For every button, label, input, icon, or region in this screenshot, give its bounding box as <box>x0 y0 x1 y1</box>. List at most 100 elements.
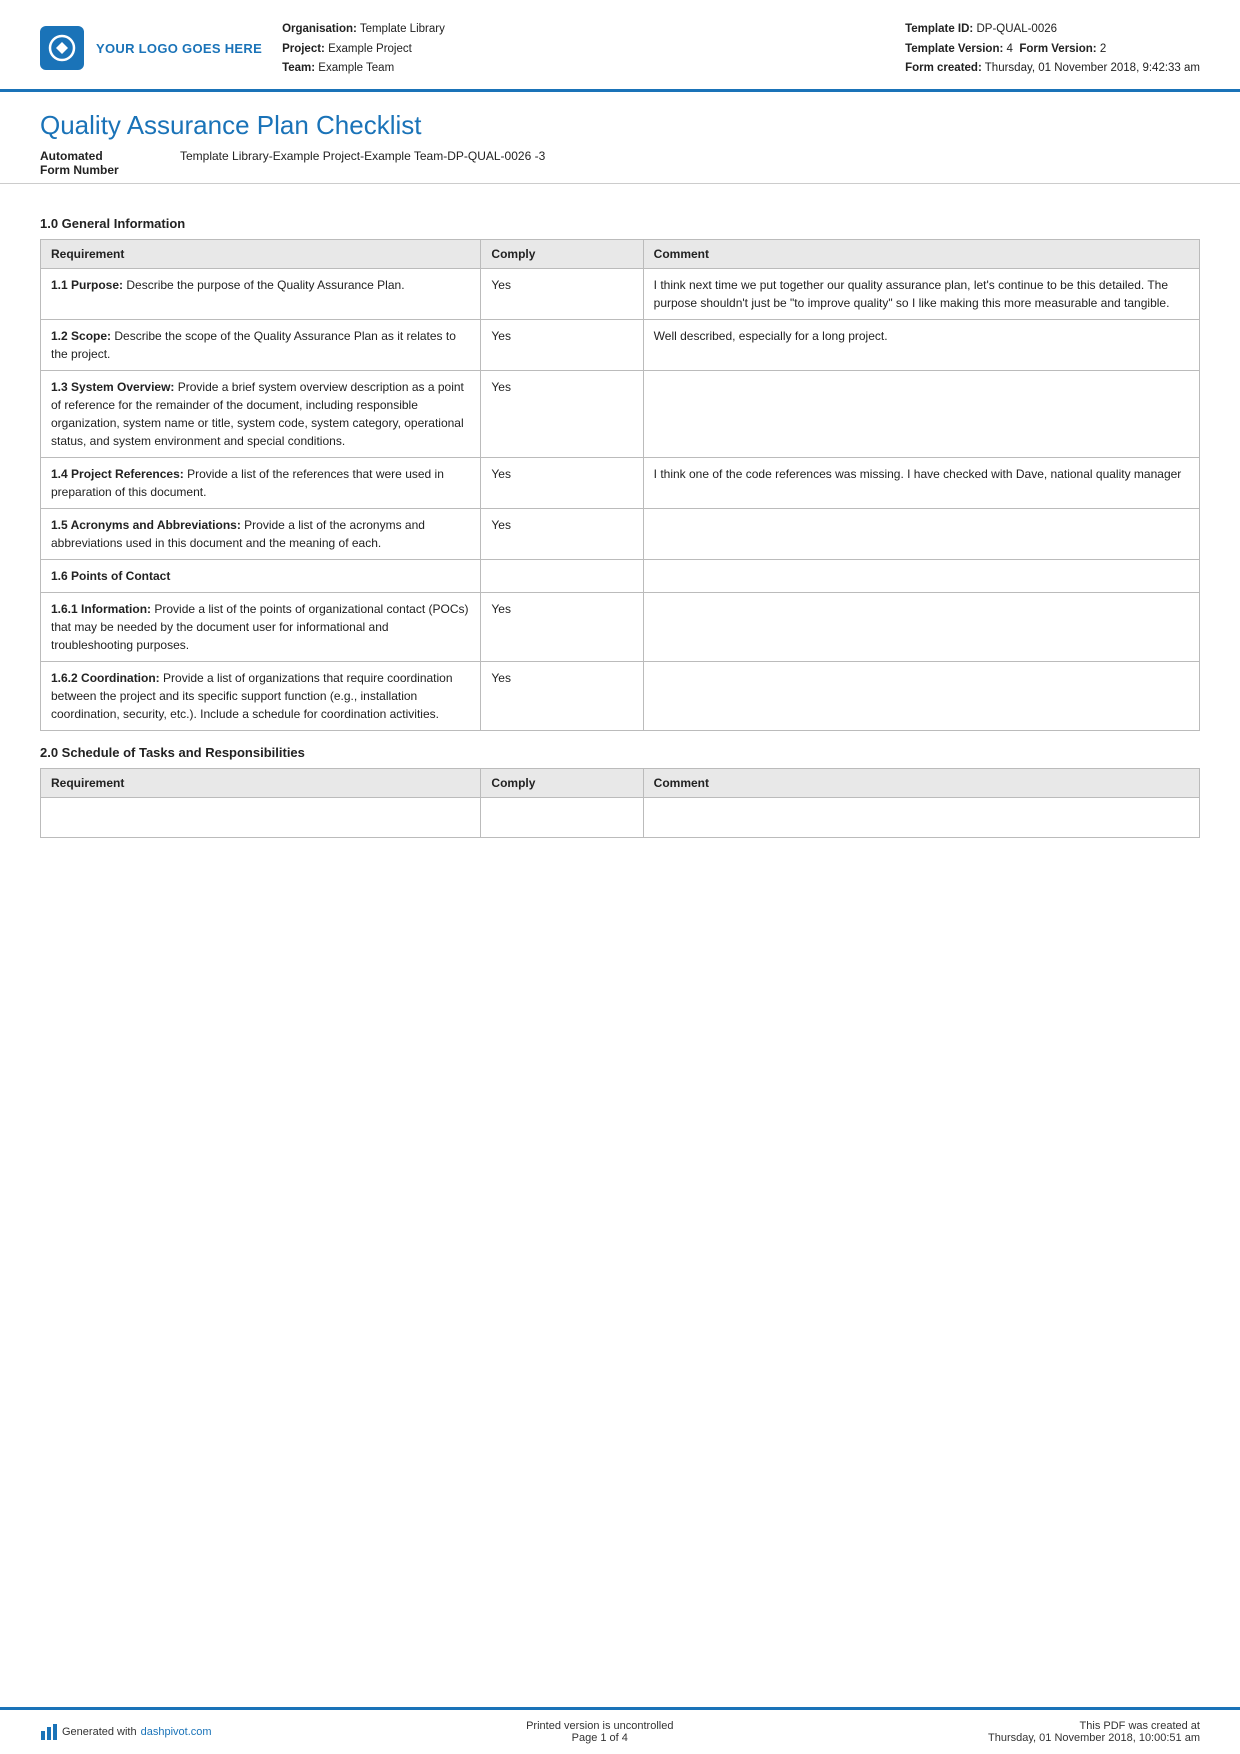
template-id-label: Template ID: <box>905 23 973 35</box>
form-created-label: Form created: <box>905 62 982 74</box>
table-row: 1.2 Scope: Describe the scope of the Qua… <box>41 319 1200 370</box>
header-meta: Organisation: Template Library Project: … <box>282 18 885 79</box>
comply-cell: Yes <box>481 508 643 559</box>
template-version-value: 4 <box>1007 43 1013 55</box>
req-cell-empty <box>41 797 481 837</box>
req-cell: 1.5 Acronyms and Abbreviations: Provide … <box>41 508 481 559</box>
req-bold: 1.6.2 Coordination: <box>51 671 160 685</box>
table-row: 1.1 Purpose: Describe the purpose of the… <box>41 268 1200 319</box>
org-value: Template Library <box>360 23 445 35</box>
table-row: 1.6.1 Information: Provide a list of the… <box>41 592 1200 661</box>
req-bold: 1.5 Acronyms and Abbreviations: <box>51 518 241 532</box>
req-bold: 1.6 Points of Contact <box>51 569 170 583</box>
comment-cell-empty <box>643 797 1199 837</box>
req-cell: 1.6.1 Information: Provide a list of the… <box>41 592 481 661</box>
footer-uncontrolled: Printed version is uncontrolled <box>526 1720 673 1732</box>
form-number-label: AutomatedForm Number <box>40 149 180 177</box>
comment-cell: Well described, especially for a long pr… <box>643 319 1199 370</box>
footer-right: This PDF was created at Thursday, 01 Nov… <box>988 1720 1200 1744</box>
req-bold: 1.1 Purpose: <box>51 278 123 292</box>
template-version-label: Template Version: <box>905 43 1003 55</box>
table-row: 1.6.2 Coordination: Provide a list of or… <box>41 661 1200 730</box>
team-line: Team: Example Team <box>282 59 885 79</box>
form-created-value: Thursday, 01 November 2018, 9:42:33 am <box>985 62 1200 74</box>
footer-center: Printed version is uncontrolled Page 1 o… <box>526 1720 673 1744</box>
dashpivot-link[interactable]: dashpivot.com <box>141 1726 212 1738</box>
template-id-line: Template ID: DP-QUAL-0026 <box>905 20 1200 40</box>
form-version-value: 2 <box>1100 43 1106 55</box>
logo-area: YOUR LOGO GOES HERE <box>40 18 262 79</box>
req-bold: 1.2 Scope: <box>51 329 111 343</box>
req-cell: 1.6.2 Coordination: Provide a list of or… <box>41 661 481 730</box>
footer-left: Generated with dashpivot.com <box>40 1723 212 1741</box>
comply-cell-empty <box>481 797 643 837</box>
title-area: Quality Assurance Plan Checklist Automat… <box>0 92 1240 184</box>
comply-cell: Yes <box>481 370 643 457</box>
page-header: YOUR LOGO GOES HERE Organisation: Templa… <box>0 0 1240 92</box>
team-value: Example Team <box>318 62 394 74</box>
comment-cell: I think one of the code references was m… <box>643 457 1199 508</box>
comment-cell <box>643 370 1199 457</box>
logo-icon <box>40 26 84 70</box>
col-comply: Comply <box>481 768 643 797</box>
table-header-row: Requirement Comply Comment <box>41 768 1200 797</box>
form-version-label: Form Version: <box>1019 43 1096 55</box>
header-right: Template ID: DP-QUAL-0026 Template Versi… <box>905 18 1200 79</box>
section-1-table: Requirement Comply Comment 1.1 Purpose: … <box>40 239 1200 731</box>
footer-pdf-line1: This PDF was created at <box>988 1720 1200 1732</box>
req-cell: 1.6 Points of Contact <box>41 559 481 592</box>
template-version-line: Template Version: 4 Form Version: 2 <box>905 40 1200 60</box>
comment-cell <box>643 592 1199 661</box>
req-cell: 1.1 Purpose: Describe the purpose of the… <box>41 268 481 319</box>
col-requirement: Requirement <box>41 768 481 797</box>
col-requirement: Requirement <box>41 239 481 268</box>
project-line: Project: Example Project <box>282 40 885 60</box>
logo-text: YOUR LOGO GOES HERE <box>96 41 262 56</box>
req-bold: 1.6.1 Information: <box>51 602 151 616</box>
comment-cell <box>643 508 1199 559</box>
footer-logo: Generated with dashpivot.com <box>40 1723 212 1741</box>
form-created-line: Form created: Thursday, 01 November 2018… <box>905 59 1200 79</box>
section-2-table: Requirement Comply Comment <box>40 768 1200 838</box>
comply-cell: Yes <box>481 661 643 730</box>
template-id-value: DP-QUAL-0026 <box>976 23 1057 35</box>
comply-cell: Yes <box>481 457 643 508</box>
comply-cell <box>481 559 643 592</box>
team-label: Team: <box>282 62 315 74</box>
org-label: Organisation: <box>282 23 357 35</box>
col-comment: Comment <box>643 768 1199 797</box>
comment-cell <box>643 661 1199 730</box>
section-2-heading: 2.0 Schedule of Tasks and Responsibiliti… <box>40 745 1200 760</box>
table-row: 1.5 Acronyms and Abbreviations: Provide … <box>41 508 1200 559</box>
comment-cell <box>643 559 1199 592</box>
table-row-subheading: 1.6 Points of Contact <box>41 559 1200 592</box>
main-content: 1.0 General Information Requirement Comp… <box>0 184 1240 838</box>
req-cell: 1.4 Project References: Provide a list o… <box>41 457 481 508</box>
dashpivot-logo-icon <box>40 1723 58 1741</box>
footer-page: Page 1 of 4 <box>526 1732 673 1744</box>
form-number-value: Template Library-Example Project-Example… <box>180 149 545 163</box>
req-cell: 1.3 System Overview: Provide a brief sys… <box>41 370 481 457</box>
req-rest: Describe the scope of the Quality Assura… <box>51 329 456 361</box>
table-row-empty <box>41 797 1200 837</box>
req-bold: 1.3 System Overview: <box>51 380 174 394</box>
comply-cell: Yes <box>481 592 643 661</box>
org-line: Organisation: Template Library <box>282 20 885 40</box>
comment-cell: I think next time we put together our qu… <box>643 268 1199 319</box>
table-row: 1.4 Project References: Provide a list o… <box>41 457 1200 508</box>
page-footer: Generated with dashpivot.com Printed ver… <box>0 1707 1240 1754</box>
table-header-row: Requirement Comply Comment <box>41 239 1200 268</box>
req-bold: 1.4 Project References: <box>51 467 184 481</box>
footer-pdf-line2: Thursday, 01 November 2018, 10:00:51 am <box>988 1732 1200 1744</box>
table-row: 1.3 System Overview: Provide a brief sys… <box>41 370 1200 457</box>
footer-generated-text: Generated with <box>62 1726 137 1738</box>
section-1-heading: 1.0 General Information <box>40 216 1200 231</box>
form-number-row: AutomatedForm Number Template Library-Ex… <box>40 149 1200 177</box>
col-comment: Comment <box>643 239 1199 268</box>
req-rest: Describe the purpose of the Quality Assu… <box>126 278 404 292</box>
project-value: Example Project <box>328 43 412 55</box>
comply-cell: Yes <box>481 319 643 370</box>
req-cell: 1.2 Scope: Describe the scope of the Qua… <box>41 319 481 370</box>
page-title: Quality Assurance Plan Checklist <box>40 110 1200 141</box>
col-comply: Comply <box>481 239 643 268</box>
